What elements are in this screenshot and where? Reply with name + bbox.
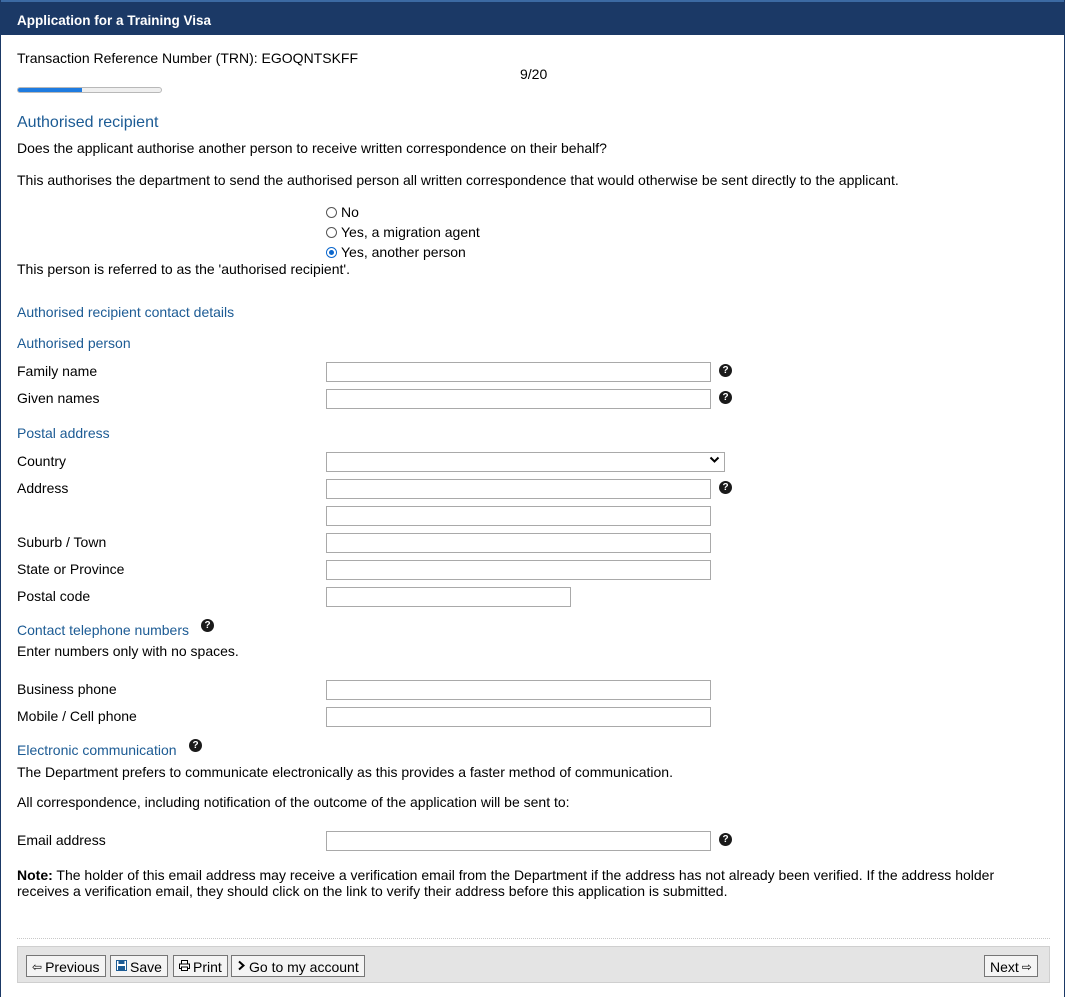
mobile-phone-label: Mobile / Cell phone — [17, 708, 137, 724]
radio-no-label: No — [341, 204, 359, 220]
print-button[interactable]: Print — [173, 955, 228, 977]
radio-another-person-label: Yes, another person — [341, 244, 466, 260]
country-label: Country — [17, 453, 67, 469]
radio-option-another-person[interactable]: Yes, another person — [326, 244, 466, 260]
email-help-icon[interactable]: ? — [719, 833, 732, 846]
correspondence-text: All correspondence, including notificati… — [17, 794, 570, 810]
postal-address-heading: Postal address — [17, 425, 110, 441]
suburb-label: Suburb / Town — [17, 534, 107, 550]
postal-code-input[interactable] — [326, 587, 571, 607]
chevron-down-icon — [709, 454, 720, 468]
family-name-input[interactable] — [326, 362, 711, 382]
print-button-label: Print — [193, 959, 222, 975]
printer-icon — [179, 960, 190, 974]
radio-another-person-button[interactable] — [326, 246, 337, 258]
state-input[interactable] — [326, 560, 711, 580]
business-phone-label: Business phone — [17, 681, 117, 697]
progress-bar — [17, 87, 162, 93]
go-to-account-button[interactable]: Go to my account — [231, 955, 365, 977]
save-button[interactable]: Save — [110, 955, 168, 977]
progress-bar-fill — [18, 88, 83, 92]
note-text: The holder of this email address may rec… — [17, 867, 995, 899]
radio-migration-agent-button[interactable] — [326, 226, 337, 238]
footer-divider — [17, 938, 1050, 939]
previous-button[interactable]: ⇦ Previous — [26, 955, 106, 977]
arrow-left-icon: ⇦ — [32, 960, 43, 974]
authorise-explanation: This authorises the department to send t… — [17, 172, 899, 188]
suburb-input[interactable] — [326, 533, 711, 553]
email-input[interactable] — [326, 831, 711, 851]
telephone-heading: Contact telephone numbers — [17, 622, 189, 638]
verification-note: Note: The holder of this email address m… — [17, 867, 1037, 899]
save-button-label: Save — [130, 959, 162, 975]
application-window: Application for a Training Visa Transact… — [0, 0, 1065, 997]
chevron-right-icon — [237, 960, 246, 974]
electronic-communication-heading: Electronic communication — [17, 742, 177, 758]
authorise-question: Does the applicant authorise another per… — [17, 140, 607, 156]
postal-code-label: Postal code — [17, 588, 91, 604]
next-button[interactable]: Next ⇨ — [984, 955, 1038, 977]
address-help-icon[interactable]: ? — [719, 481, 732, 494]
note-bold-label: Note: — [17, 867, 53, 883]
email-label: Email address — [17, 832, 106, 848]
family-name-help-icon[interactable]: ? — [719, 364, 732, 377]
state-label: State or Province — [17, 561, 125, 577]
floppy-disk-icon — [116, 960, 127, 974]
given-names-label: Given names — [17, 390, 100, 406]
previous-button-label: Previous — [45, 959, 100, 975]
electronic-prefers-text: The Department prefers to communicate el… — [17, 764, 673, 780]
address-label: Address — [17, 480, 69, 496]
radio-option-no[interactable]: No — [326, 204, 359, 220]
given-names-help-icon[interactable]: ? — [719, 391, 732, 404]
go-to-account-label: Go to my account — [249, 959, 359, 975]
authorised-person-heading: Authorised person — [17, 335, 131, 351]
trn-label: Transaction Reference Number (TRN): EGOQ… — [17, 50, 359, 66]
footer-toolbar: ⇦ Previous Save Print Go to my account N… — [17, 946, 1050, 983]
authorised-recipient-heading: Authorised recipient — [17, 114, 159, 131]
family-name-label: Family name — [17, 363, 98, 379]
address-line2-input[interactable] — [326, 506, 711, 526]
mobile-phone-input[interactable] — [326, 707, 711, 727]
address-line1-input[interactable] — [326, 479, 711, 499]
arrow-right-icon: ⇨ — [1021, 960, 1032, 974]
radio-no-button[interactable] — [326, 206, 337, 218]
electronic-communication-help-icon[interactable]: ? — [189, 739, 202, 752]
authorised-recipient-referred-text: This person is referred to as the 'autho… — [17, 261, 350, 277]
country-select[interactable] — [326, 452, 725, 472]
contact-details-heading: Authorised recipient contact details — [17, 304, 235, 320]
radio-option-migration-agent[interactable]: Yes, a migration agent — [326, 224, 480, 240]
business-phone-input[interactable] — [326, 680, 711, 700]
given-names-input[interactable] — [326, 389, 711, 409]
radio-migration-agent-label: Yes, a migration agent — [341, 224, 480, 240]
telephone-help-icon[interactable]: ? — [201, 619, 214, 632]
window-title: Application for a Training Visa — [1, 0, 1064, 35]
telephone-instruction: Enter numbers only with no spaces. — [17, 643, 239, 659]
next-button-label: Next — [990, 959, 1019, 975]
progress-text: 9/20 — [520, 66, 548, 82]
